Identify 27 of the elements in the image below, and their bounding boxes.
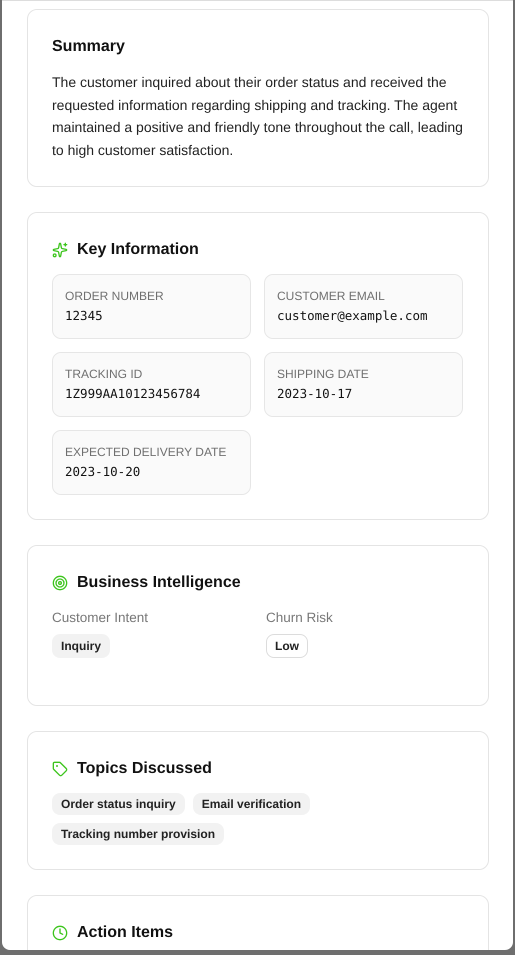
field-value: 2023-10-17: [277, 385, 354, 404]
clock-icon: [52, 925, 68, 942]
summary-text: The customer inquired about their order status and received the requested information regarding shipping and tracking. The agent maintained a positive and friendly tone throughout the call, leading to high customer satisfaction.: [52, 73, 464, 160]
field-value: 12345: [65, 307, 104, 326]
section-title: Summary: [52, 37, 126, 57]
field-label: EXPECTED DELIVERY DATE: [65, 444, 228, 460]
field-value: customer@example.com: [277, 307, 429, 326]
topic-chip: Email verification: [192, 793, 310, 816]
section-title: Key Information: [77, 240, 199, 260]
field-label: ORDER NUMBER: [65, 288, 165, 304]
sparkle-icon: [52, 242, 68, 258]
section-title: Action Items: [77, 923, 174, 944]
target-icon: [52, 575, 68, 592]
section-title: Business Intelligence: [77, 573, 241, 594]
topic-chip: Tracking number provision: [52, 823, 224, 846]
metric-label: Customer Intent: [52, 609, 150, 628]
field-value: 1Z999AA10123456784: [65, 385, 202, 404]
field-label: TRACKING ID: [65, 366, 144, 382]
topic-chip: Order status inquiry: [52, 793, 185, 816]
tag-icon: [52, 761, 68, 778]
metric-badge: Low: [266, 634, 308, 658]
metric-badge: Inquiry: [52, 634, 110, 658]
field-label: SHIPPING DATE: [277, 366, 370, 382]
field-value: 2023-10-20: [65, 463, 142, 482]
metric-label: Churn Risk: [266, 609, 334, 628]
field-label: CUSTOMER EMAIL: [277, 288, 386, 304]
section-title: Topics Discussed: [77, 759, 212, 780]
